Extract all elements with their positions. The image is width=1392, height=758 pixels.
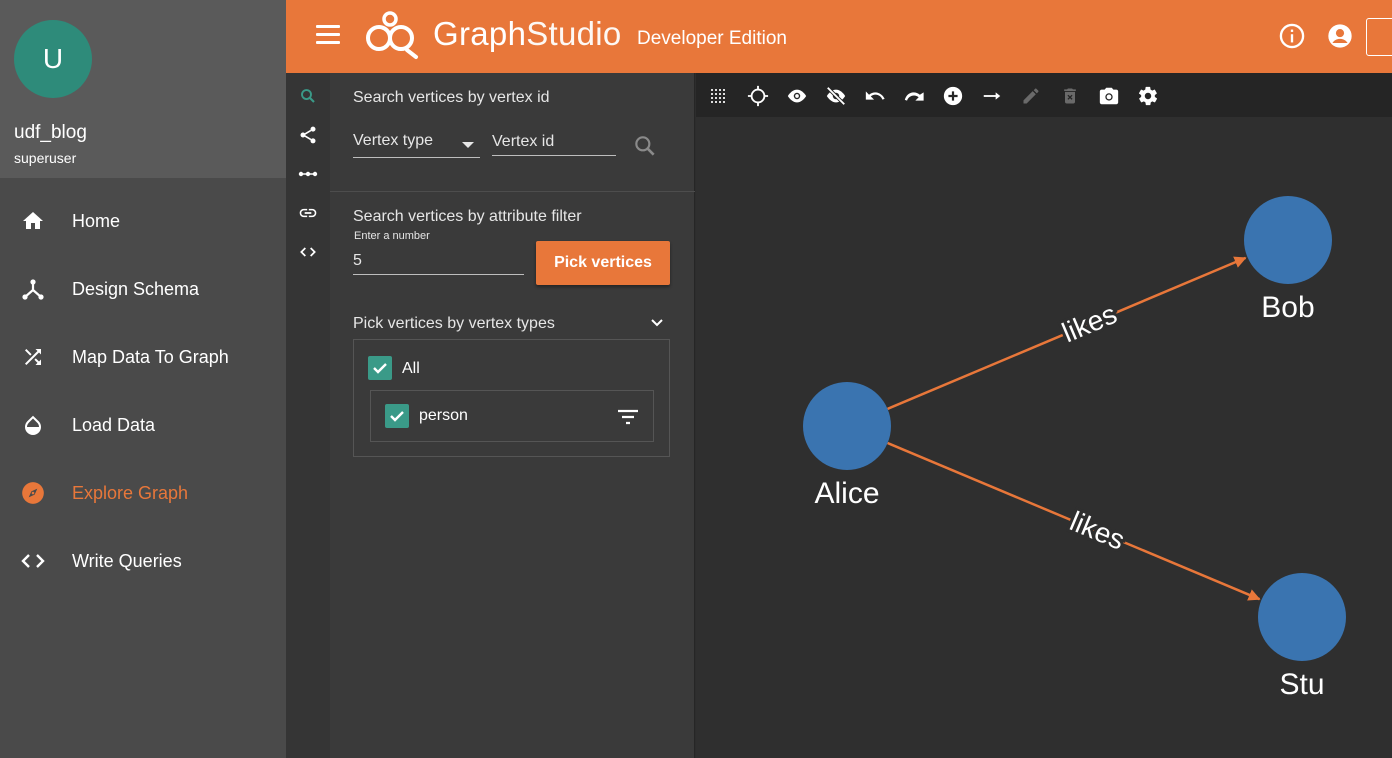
vertex-type-label: Vertex type <box>353 132 434 149</box>
settings-icon[interactable] <box>1136 84 1160 108</box>
nav-item-map-data[interactable]: Map Data To Graph <box>0 329 286 385</box>
nav-label-home: Home <box>72 210 121 231</box>
locate-icon[interactable] <box>746 84 770 108</box>
chevron-down-icon <box>462 142 474 148</box>
search-panel: Search vertices by vertex id Vertex type… <box>330 73 695 758</box>
checkbox-all[interactable] <box>368 356 392 380</box>
edge-label: likes <box>1058 298 1122 348</box>
user-role: superuser <box>14 150 77 166</box>
show-icon[interactable] <box>785 84 809 108</box>
hide-icon[interactable] <box>824 84 848 108</box>
edge-label: likes <box>1066 505 1130 555</box>
vertex-id-input[interactable] <box>492 128 616 156</box>
shuffle-icon <box>20 344 46 370</box>
vertex-type-row-person: person <box>370 390 654 442</box>
search-icon[interactable] <box>632 133 658 159</box>
nav-label-write-queries: Write Queries <box>72 550 182 571</box>
filter-icon[interactable] <box>617 408 639 426</box>
panel-divider <box>330 191 695 192</box>
brand-part-graph: Graph <box>433 15 527 52</box>
vertex-types-list: All person <box>353 339 670 457</box>
vertex-types-title: Pick vertices by vertex types <box>353 315 555 332</box>
header-action-button[interactable] <box>1366 18 1392 56</box>
nav-item-home[interactable]: Home <box>0 193 286 249</box>
vertex-alice[interactable] <box>803 382 891 470</box>
user-block: U udf_blog superuser <box>0 0 286 178</box>
code-icon[interactable] <box>294 238 322 266</box>
screenshot-icon[interactable] <box>1097 84 1121 108</box>
path-icon[interactable] <box>294 160 322 188</box>
checkbox-all-label: All <box>402 360 420 377</box>
undo-icon[interactable] <box>863 84 887 108</box>
nav-item-design-schema[interactable]: Design Schema <box>0 261 286 317</box>
user-name: udf_blog <box>14 122 87 143</box>
redo-icon[interactable] <box>902 84 926 108</box>
share-icon[interactable] <box>294 121 322 149</box>
vertex-label: Alice <box>814 477 879 510</box>
link-icon[interactable] <box>294 199 322 227</box>
graphstudio-logo <box>366 11 418 59</box>
graph-canvas[interactable]: likes likes Alice Bob Stu <box>696 117 1392 758</box>
edit-icon[interactable] <box>1019 84 1043 108</box>
search-by-id-title: Search vertices by vertex id <box>353 89 550 106</box>
check-icon <box>390 411 404 422</box>
number-hint: Enter a number <box>354 230 430 242</box>
sidebar: U udf_blog superuser Home Design Schema … <box>0 0 286 758</box>
schema-icon <box>20 276 46 302</box>
select-all-icon[interactable] <box>706 84 730 108</box>
vertex-type-select[interactable]: Vertex type <box>353 130 480 158</box>
add-edge-icon[interactable] <box>980 84 1004 108</box>
top-header: GraphStudio Developer Edition <box>286 0 1392 73</box>
search-icon[interactable] <box>294 82 322 110</box>
search-by-attr-title: Search vertices by attribute filter <box>353 208 582 225</box>
number-input[interactable] <box>353 247 524 275</box>
vertex-stu[interactable] <box>1258 573 1346 661</box>
account-icon[interactable] <box>1326 22 1354 50</box>
chevron-down-icon <box>651 319 663 327</box>
nav-item-load-data[interactable]: Load Data <box>0 397 286 453</box>
nav-label-map-data: Map Data To Graph <box>72 346 229 367</box>
brand-name: GraphStudio <box>433 15 622 53</box>
compass-icon <box>20 480 46 506</box>
checkbox-person-label: person <box>419 407 468 424</box>
brand-part-studio: Studio <box>526 15 622 52</box>
nav-label-explore-graph: Explore Graph <box>72 482 189 503</box>
home-icon <box>20 208 46 234</box>
menu-icon[interactable] <box>316 25 340 47</box>
graph-toolbar <box>696 73 1392 117</box>
info-icon[interactable] <box>1278 22 1306 50</box>
add-vertex-icon[interactable] <box>941 84 965 108</box>
tool-rail <box>286 73 330 758</box>
drop-icon <box>20 412 46 438</box>
vertex-label: Stu <box>1279 668 1324 701</box>
edition-label: Developer Edition <box>637 28 787 49</box>
graph-view: likes likes Alice Bob Stu <box>696 73 1392 758</box>
pick-vertices-button[interactable]: Pick vertices <box>536 241 670 285</box>
delete-icon[interactable] <box>1058 84 1082 108</box>
nav-item-explore-graph[interactable]: Explore Graph <box>0 465 286 521</box>
avatar[interactable]: U <box>14 20 92 98</box>
code-icon <box>20 548 46 574</box>
app-root: U udf_blog superuser Home Design Schema … <box>0 0 1392 758</box>
vertex-types-header[interactable]: Pick vertices by vertex types <box>353 313 669 337</box>
edges-layer: likes likes <box>887 256 1261 601</box>
nav-label-design-schema: Design Schema <box>72 278 200 299</box>
checkbox-person[interactable] <box>385 404 409 428</box>
vertex-bob[interactable] <box>1244 196 1332 284</box>
vertices-layer: Alice Bob Stu <box>803 196 1346 701</box>
check-icon <box>373 363 387 374</box>
nav-label-load-data: Load Data <box>72 414 156 435</box>
nav-item-write-queries[interactable]: Write Queries <box>0 533 286 589</box>
vertex-label: Bob <box>1261 291 1314 324</box>
